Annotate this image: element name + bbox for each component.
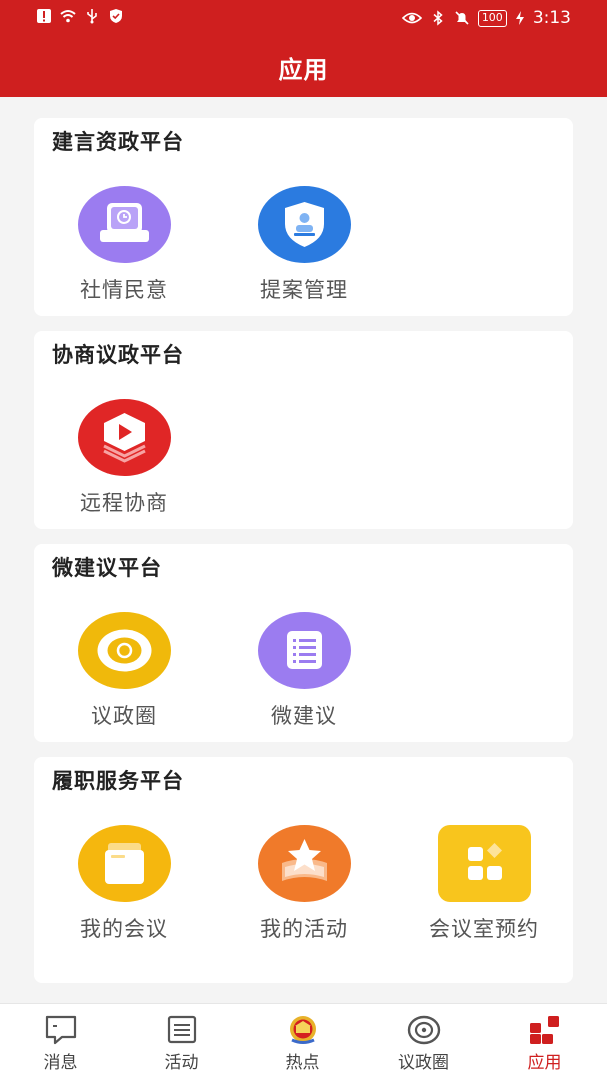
grid-icon [437,825,531,902]
section-title: 协商议政平台 [52,343,184,367]
tab-label: 应用 [527,1053,562,1073]
bottom-tab-bar: 消息 活动 热点 议政圈 应用 [0,1003,607,1080]
folder-icon [77,825,171,902]
apps-icon [527,1014,563,1046]
circle-icon [406,1014,442,1046]
bluetooth-icon [433,10,443,26]
usb-icon [87,9,97,24]
circle-icon [77,612,171,689]
app-header: 100 3:13 应用 [0,0,607,97]
mute-bell-icon [455,11,469,25]
app-label: 提案管理 [260,278,348,302]
shield-check-icon [110,9,122,23]
activity-icon [164,1014,200,1046]
tab-label: 议政圈 [398,1053,449,1073]
tab-hot[interactable]: 热点 [242,1004,363,1080]
section-card: 协商议政平台 远程协商 [34,331,573,529]
alert-icon [37,9,51,23]
status-bar: 100 3:13 [0,0,607,36]
section-card: 微建议平台 议政圈 微建议 [34,544,573,742]
app-social-opinion[interactable]: 社情民意 [34,186,214,304]
app-remote-consultation[interactable]: 远程协商 [34,399,214,517]
tab-activities[interactable]: 活动 [121,1004,242,1080]
emblem-icon [285,1014,321,1046]
shield-icon [257,186,351,263]
app-label: 议政圈 [91,704,157,728]
app-label: 我的会议 [80,917,168,941]
app-label: 微建议 [271,704,337,728]
page-title: 应用 [278,56,329,84]
tab-politics-circle[interactable]: 议政圈 [363,1004,484,1080]
list-icon [257,612,351,689]
app-label: 远程协商 [80,491,168,515]
tab-apps[interactable]: 应用 [484,1004,605,1080]
app-meeting-room-booking[interactable]: 会议室预约 [394,825,574,943]
app-label: 社情民意 [80,278,168,302]
section-card: 建言资政平台 社情民意 提案管理 [34,118,573,316]
wifi-icon [60,10,76,23]
section-title: 微建议平台 [52,556,162,580]
status-time: 3:13 [532,8,571,28]
section-title: 履职服务平台 [52,769,184,793]
eye-icon [401,12,422,24]
star-icon [257,825,351,902]
battery-indicator: 100 [477,9,507,27]
app-proposal-management[interactable]: 提案管理 [214,186,394,304]
app-my-activities[interactable]: 我的活动 [214,825,394,943]
section-title: 建言资政平台 [52,130,184,154]
app-my-meetings[interactable]: 我的会议 [34,825,214,943]
section-card: 履职服务平台 我的会议 我的活动 会议室预约 [34,757,573,983]
app-micro-suggestion[interactable]: 微建议 [214,612,394,730]
app-label: 我的活动 [260,917,348,941]
survey-icon [77,186,171,263]
tab-label: 消息 [43,1053,78,1073]
tab-messages[interactable]: 消息 [0,1004,121,1080]
app-politics-circle[interactable]: 议政圈 [34,612,214,730]
tab-label: 热点 [285,1053,320,1073]
tab-label: 活动 [164,1053,199,1073]
app-label: 会议室预约 [429,917,539,941]
video-icon [77,399,171,476]
charging-icon [515,11,524,25]
message-icon [43,1014,79,1046]
